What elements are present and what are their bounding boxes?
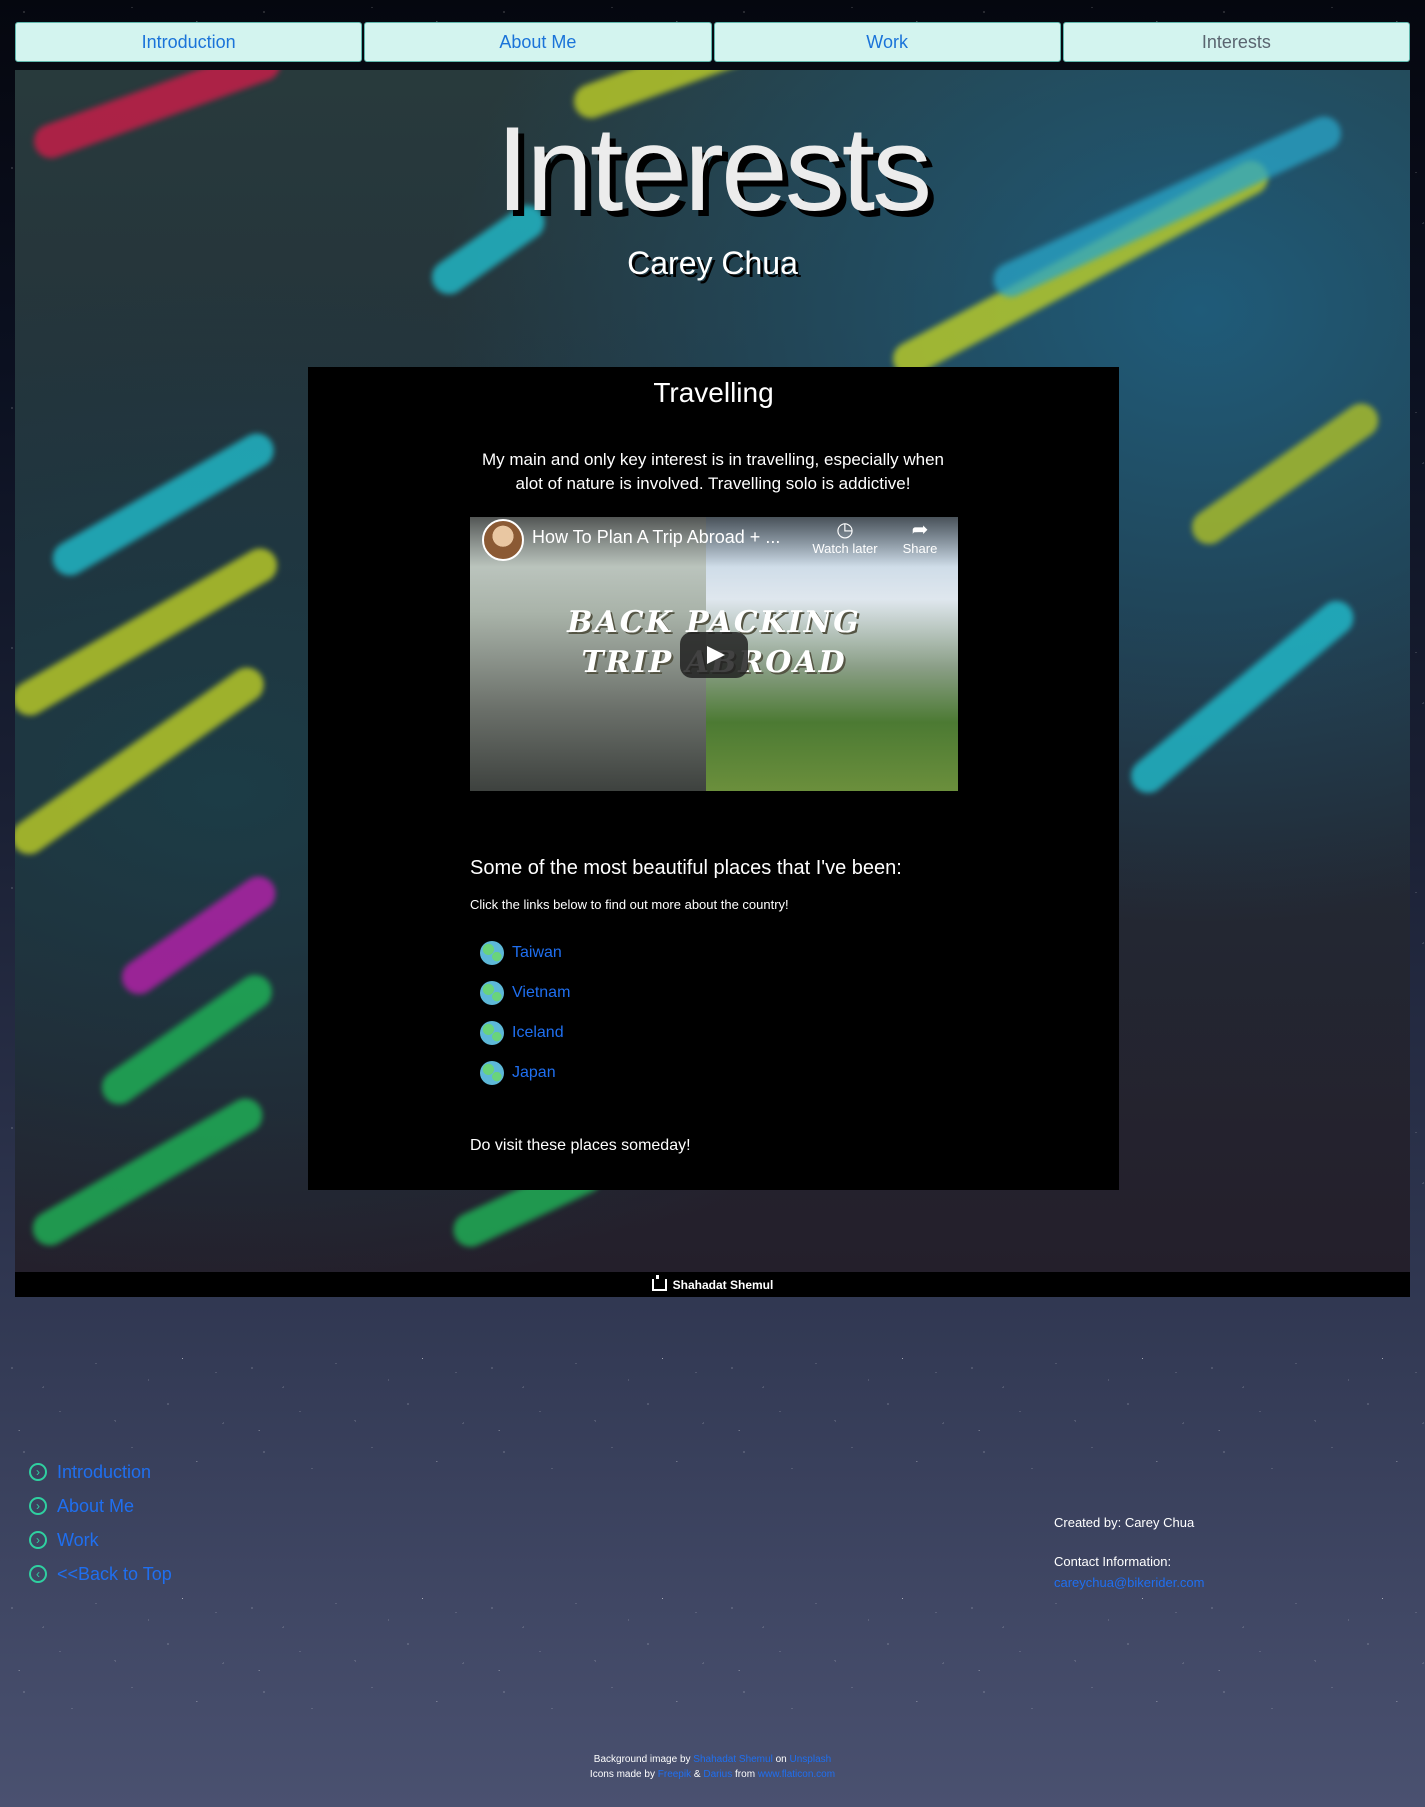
- section-heading: Travelling: [653, 377, 774, 408]
- place-link-iceland[interactable]: Iceland: [512, 1024, 564, 1042]
- list-item: Japan: [480, 1053, 570, 1093]
- place-link-taiwan[interactable]: Taiwan: [512, 944, 562, 962]
- list-item: Taiwan: [480, 933, 570, 973]
- watch-later-label: Watch later: [812, 541, 878, 556]
- watch-later-button[interactable]: ◷ Watch later: [810, 517, 880, 556]
- bottom-link-introduction[interactable]: Introduction: [57, 1462, 151, 1483]
- code-streak: [1124, 593, 1361, 801]
- play-icon[interactable]: [680, 632, 748, 678]
- share-button[interactable]: ➦ Share: [885, 517, 955, 556]
- chevron-right-icon: ›: [29, 1531, 47, 1549]
- created-by: Created by: Carey Chua: [1054, 1515, 1195, 1530]
- photo-credit-name: Shahadat Shemul: [672, 1277, 774, 1292]
- photographer-link[interactable]: Shahadat Shemul: [693, 1754, 773, 1765]
- hero-section: Interests Carey Chua Travelling My main …: [15, 70, 1410, 1272]
- attribution-text: on: [775, 1754, 787, 1765]
- list-item: Iceland: [480, 1013, 570, 1053]
- attribution-text: Background image by: [593, 1754, 691, 1765]
- share-icon: ➦: [911, 519, 929, 541]
- freepik-link[interactable]: Freepik: [658, 1769, 691, 1780]
- chevron-right-icon: ›: [29, 1463, 47, 1481]
- list-item: Vietnam: [480, 973, 570, 1013]
- top-nav: Introduction About Me Work Interests: [15, 22, 1410, 62]
- page-title: Interests: [495, 102, 932, 236]
- globe-icon: [480, 981, 504, 1005]
- bottom-nav-item: › Work: [29, 1523, 172, 1557]
- place-link-japan[interactable]: Japan: [512, 1064, 556, 1082]
- outro-text: Do visit these places someday!: [470, 1137, 691, 1154]
- bottom-link-work[interactable]: Work: [57, 1530, 99, 1551]
- attribution-text: from: [735, 1769, 756, 1780]
- video-embed[interactable]: How To Plan A Trip Abroad + ... ◷ Watch …: [470, 517, 958, 791]
- code-streak: [95, 968, 279, 1111]
- interests-panel: Travelling My main and only key interest…: [308, 367, 1119, 1190]
- flaticon-link[interactable]: www.flaticon.com: [758, 1769, 835, 1780]
- contact-label: Contact Information:: [1054, 1554, 1172, 1569]
- globe-icon: [480, 1021, 504, 1045]
- places-list: Taiwan Vietnam Iceland Japan: [480, 933, 570, 1093]
- video-title[interactable]: How To Plan A Trip Abroad + ...: [532, 527, 780, 548]
- unsplash-icon: [651, 1274, 667, 1291]
- place-link-vietnam[interactable]: Vietnam: [512, 984, 570, 1002]
- globe-icon: [480, 1061, 504, 1085]
- bottom-nav-item: › About Me: [29, 1489, 172, 1523]
- chevron-right-icon: ›: [29, 1497, 47, 1515]
- attribution-text: &: [693, 1769, 701, 1780]
- tab-about-me[interactable]: About Me: [364, 22, 712, 62]
- page-subtitle: Carey Chua: [627, 245, 798, 281]
- code-streak: [1185, 396, 1385, 551]
- globe-icon: [480, 941, 504, 965]
- unsplash-link[interactable]: Unsplash: [790, 1754, 832, 1765]
- share-label: Share: [902, 541, 938, 556]
- bottom-link-about-me[interactable]: About Me: [57, 1496, 134, 1517]
- intro-text: My main and only key interest is in trav…: [481, 450, 945, 493]
- chevron-left-icon: ‹: [29, 1565, 47, 1583]
- back-to-top-link[interactable]: <<Back to Top: [57, 1564, 172, 1585]
- attribution-text: Icons made by: [589, 1769, 655, 1780]
- tab-work[interactable]: Work: [713, 22, 1061, 62]
- attribution: Background image by Shahadat Shemul on U…: [0, 1752, 1425, 1782]
- places-note: Click the links below to find out more a…: [470, 897, 789, 912]
- bottom-nav-item: › Introduction: [29, 1455, 172, 1489]
- clock-icon: ◷: [836, 519, 854, 541]
- channel-avatar[interactable]: [482, 519, 524, 561]
- code-streak: [26, 1092, 269, 1252]
- credits-block: Created by: Carey Chua Contact Informati…: [1054, 1515, 1204, 1590]
- darius-link[interactable]: Darius: [703, 1769, 732, 1780]
- attribution-line-2: Icons made by Freepik & Darius from www.…: [0, 1767, 1425, 1782]
- contact-email-link[interactable]: careychua@bikerider.com: [1054, 1575, 1204, 1590]
- attribution-line-1: Background image by Shahadat Shemul on U…: [0, 1752, 1425, 1767]
- places-heading: Some of the most beautiful places that I…: [470, 857, 902, 879]
- bottom-nav-item: ‹ <<Back to Top: [29, 1557, 172, 1591]
- photo-credit-bar[interactable]: Shahadat Shemul: [15, 1272, 1410, 1297]
- tab-interests[interactable]: Interests: [1062, 22, 1410, 62]
- tab-introduction[interactable]: Introduction: [15, 22, 363, 62]
- bottom-nav: › Introduction › About Me › Work ‹ <<Bac…: [29, 1455, 172, 1591]
